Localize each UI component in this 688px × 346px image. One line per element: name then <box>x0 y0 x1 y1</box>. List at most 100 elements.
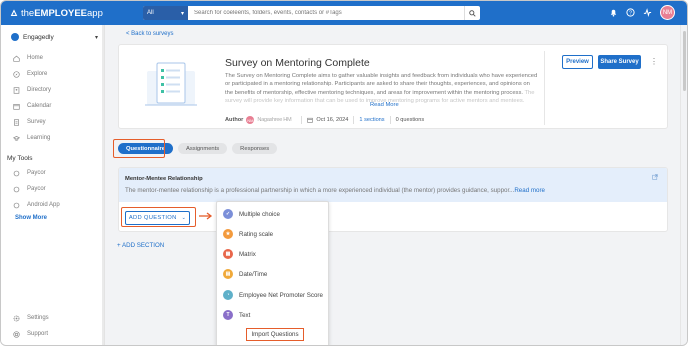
sidebar-item-calendar[interactable]: Calendar <box>1 98 104 114</box>
sidebar-item-explore[interactable]: Explore <box>1 66 104 82</box>
scrollbar-thumb[interactable] <box>683 31 686 91</box>
preview-button[interactable]: Preview <box>562 55 593 69</box>
sidebar-item-label: Calendar <box>27 103 52 109</box>
show-more-link[interactable]: Show More <box>1 215 104 221</box>
enps-icon: ◔ <box>223 290 233 300</box>
menu-item-label: Date/Time <box>239 270 268 278</box>
section-card: Mentor-Mentee Relationship The mentor-me… <box>118 167 668 232</box>
add-section-link[interactable]: + ADD SECTION <box>117 242 164 249</box>
menu-item-multiple-choice[interactable]: ✓ Multiple choice <box>223 209 280 219</box>
sidebar: Engagedly ▾ Home Explore Directory Calen… <box>1 25 105 345</box>
sidebar-item-survey[interactable]: Survey <box>1 114 104 130</box>
tool-icon <box>13 170 20 176</box>
survey-date: Oct 16, 2024 <box>316 117 349 123</box>
author-name: Nagashree HM <box>257 117 292 123</box>
back-to-surveys-link[interactable]: < Back to surveys <box>126 31 174 37</box>
menu-item-label: Text <box>239 311 251 319</box>
section-header: Mentor-Mentee Relationship The mentor-me… <box>119 168 667 202</box>
menu-item-label: Employee Net Promoter Score <box>239 291 323 299</box>
chevron-down-icon: ▾ <box>94 34 98 41</box>
sidebar-item-label: Learning <box>27 135 51 141</box>
menu-item-enps[interactable]: ◔ Employee Net Promoter Score <box>223 290 323 300</box>
top-icons: ? NM <box>609 5 675 20</box>
arrow-right-icon <box>199 212 213 220</box>
section-description: The mentor-mentee relationship is a prof… <box>125 187 545 194</box>
logo-suffix: app <box>87 7 103 19</box>
questions-count: 0 questions <box>395 117 425 123</box>
search-scope-label: All <box>147 10 154 16</box>
sidebar-item-label: Support <box>27 331 49 337</box>
more-options-icon[interactable]: ⋮ <box>650 57 658 66</box>
menu-item-date-time[interactable]: ▤ Date/Time <box>223 269 267 279</box>
user-avatar[interactable]: NM <box>660 5 675 20</box>
survey-header-card: Survey on Mentoring Complete The Survey … <box>118 44 668 129</box>
section-title: Mentor-Mentee Relationship <box>125 176 203 182</box>
org-name: Engagedly <box>23 33 54 41</box>
my-tools-heading: My Tools <box>7 155 33 162</box>
tab-assignments[interactable]: Assignments <box>177 143 228 154</box>
import-questions-button[interactable]: Import Questions <box>246 328 304 341</box>
app-window: theEMPLOYEEapp All ▾ ? NM Engagedly ▾ <box>0 0 688 346</box>
survey-title: Survey on Mentoring Complete <box>225 57 370 69</box>
gear-icon <box>13 315 20 321</box>
calendar-icon: ▤ <box>223 269 233 279</box>
sections-count[interactable]: 1 sections <box>359 117 384 123</box>
star-icon: ★ <box>223 229 233 239</box>
svg-text:?: ? <box>629 10 632 16</box>
sidebar-item-support[interactable]: Support <box>1 326 104 342</box>
menu-item-text[interactable]: T Text <box>223 310 250 320</box>
support-icon <box>13 330 20 338</box>
main-scrollbar[interactable] <box>680 25 687 345</box>
bell-icon[interactable] <box>609 8 618 17</box>
home-icon <box>13 55 20 62</box>
section-description-text: The mentor-mentee relationship is a prof… <box>125 187 515 194</box>
sidebar-item-home[interactable]: Home <box>1 50 104 66</box>
tab-responses[interactable]: Responses <box>232 143 278 154</box>
tool-icon <box>13 186 20 192</box>
sidebar-tool-paycor-2[interactable]: Paycor <box>1 181 104 197</box>
sidebar-item-settings[interactable]: Settings <box>1 310 104 326</box>
survey-read-more-link[interactable]: Read More <box>367 102 402 108</box>
survey-meta: Author NM Nagashree HM Oct 16, 2024 1 se… <box>225 116 424 124</box>
top-bar: theEMPLOYEEapp All ▾ ? NM <box>1 1 687 25</box>
sidebar-scrollbar[interactable] <box>102 25 104 345</box>
calendar-icon <box>307 117 314 123</box>
search-scope-dropdown[interactable]: All ▾ <box>143 6 188 20</box>
menu-item-matrix[interactable]: ▦ Matrix <box>223 249 256 259</box>
sidebar-tool-android-app[interactable]: Android App <box>1 197 104 213</box>
survey-illustration <box>145 62 197 106</box>
menu-item-rating-scale[interactable]: ★ Rating scale <box>223 229 273 239</box>
external-link-icon[interactable] <box>652 174 658 180</box>
menu-item-label: Matrix <box>239 250 256 258</box>
chevron-down-icon: ▾ <box>180 10 184 17</box>
search-input[interactable] <box>188 6 464 20</box>
logo-bold: EMPLOYEE <box>34 7 88 19</box>
search-button[interactable] <box>464 6 480 20</box>
survey-description: The Survey on Mentoring Complete aims to… <box>225 72 539 104</box>
org-icon <box>11 33 19 41</box>
activity-icon[interactable] <box>643 8 652 17</box>
org-switcher[interactable]: Engagedly ▾ <box>1 25 104 41</box>
sidebar-item-directory[interactable]: Directory <box>1 82 104 98</box>
text-icon: T <box>223 310 233 320</box>
search-icon <box>469 9 476 17</box>
share-survey-button[interactable]: Share Survey <box>598 55 641 69</box>
sidebar-tool-paycor[interactable]: Paycor <box>1 165 104 181</box>
sidebar-item-label: Explore <box>27 71 48 77</box>
sidebar-item-label: Android App <box>27 202 60 208</box>
sidebar-item-label: Paycor <box>27 186 46 192</box>
app-logo[interactable]: the EMPLOYEE app <box>10 8 103 19</box>
highlight-box <box>121 207 196 227</box>
help-icon[interactable]: ? <box>626 8 635 17</box>
highlight-box <box>113 139 165 158</box>
tool-icon <box>13 202 20 208</box>
menu-item-label: Multiple choice <box>239 210 280 218</box>
divider <box>353 116 355 124</box>
divider <box>301 116 303 124</box>
matrix-icon: ▦ <box>223 249 233 259</box>
section-read-more-link[interactable]: Read more <box>514 187 545 194</box>
logo-icon <box>10 9 18 16</box>
sidebar-item-label: Directory <box>27 87 52 93</box>
sidebar-item-label: Settings <box>27 315 49 321</box>
sidebar-item-learning[interactable]: Learning <box>1 130 104 146</box>
